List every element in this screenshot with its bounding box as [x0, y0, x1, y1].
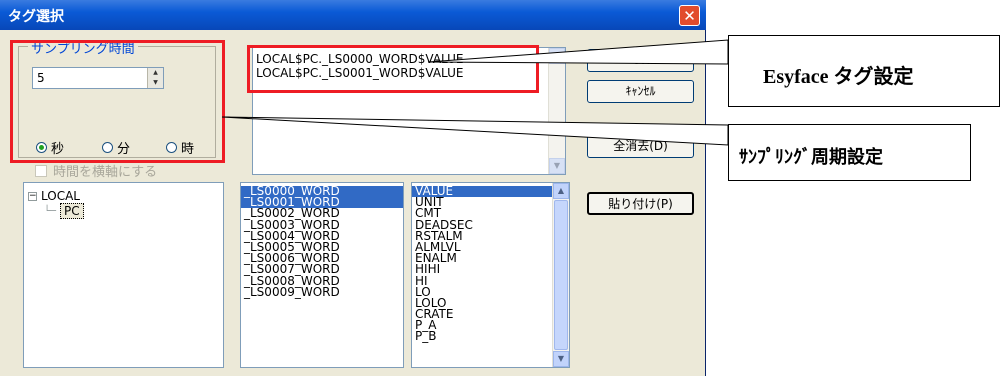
attribute-list-items: VALUE UNIT CMT DEADSEC RSTALM ALMLVL ENALM HIHI… — [412, 185, 569, 343]
scroll-up-icon[interactable]: ▲ — [553, 183, 569, 199]
title-bar[interactable]: タグ選択 ✕ — [0, 0, 706, 30]
dialog-title: タグ選択 — [8, 9, 64, 25]
cancel-button[interactable]: ｷｬﾝｾﾙ — [587, 80, 694, 103]
scroll-thumb[interactable] — [554, 200, 568, 350]
tree-node-local-label: LOCAL — [41, 189, 80, 203]
tree-node-pc[interactable]: └─ PC — [44, 203, 84, 219]
time-axis-checkbox-row[interactable]: 時間を横軸にする — [35, 161, 157, 180]
attribute-list-scrollbar[interactable]: ▲ ▼ — [552, 183, 569, 367]
word-list-item[interactable]: _LS0009_WORD — [241, 286, 403, 298]
tag-editor-highlight — [247, 45, 539, 93]
tag-editor-scrollbar[interactable]: ▲ ▼ — [548, 48, 565, 174]
scroll-down-icon[interactable]: ▼ — [549, 158, 565, 174]
attribute-list-item[interactable]: HIHI — [412, 263, 569, 275]
close-button[interactable]: ✕ — [679, 5, 700, 26]
tag-tree[interactable]: − LOCAL └─ PC — [23, 182, 224, 368]
clear-all-button[interactable]: 全消去(D) — [587, 135, 694, 158]
time-axis-checkbox-label: 時間を横軸にする — [53, 165, 158, 180]
collapse-icon[interactable]: − — [28, 191, 37, 201]
tree-connector: └─ — [44, 205, 57, 217]
attribute-list-item[interactable]: P_B — [412, 330, 569, 342]
scroll-up-icon[interactable]: ▲ — [549, 48, 565, 64]
tree-node-pc-label: PC — [60, 203, 84, 219]
esyface-callout: Esyface タグ設定 — [728, 35, 1000, 107]
time-axis-checkbox[interactable] — [35, 164, 47, 177]
attribute-list[interactable]: VALUE UNIT CMT DEADSEC RSTALM ALMLVL ENALM HIHI… — [411, 182, 570, 368]
scroll-down-icon[interactable]: ▼ — [553, 351, 569, 367]
attribute-list-item[interactable]: HI — [412, 274, 569, 287]
word-list-items: _LS0000_WORD _LS0001_WORD _LS0002_WORD _LS0… — [241, 185, 403, 298]
tree-node-local[interactable]: − LOCAL — [28, 189, 80, 203]
sampling-callout: ｻﾝﾌﾟﾘﾝｸﾞ周期設定 — [728, 124, 971, 181]
paste-button[interactable]: 貼り付け(P) — [587, 192, 694, 215]
word-list[interactable]: _LS0000_WORD _LS0001_WORD _LS0002_WORD _LS0… — [240, 182, 404, 368]
ok-button[interactable]: OK — [587, 49, 694, 72]
sampling-highlight — [10, 40, 225, 163]
